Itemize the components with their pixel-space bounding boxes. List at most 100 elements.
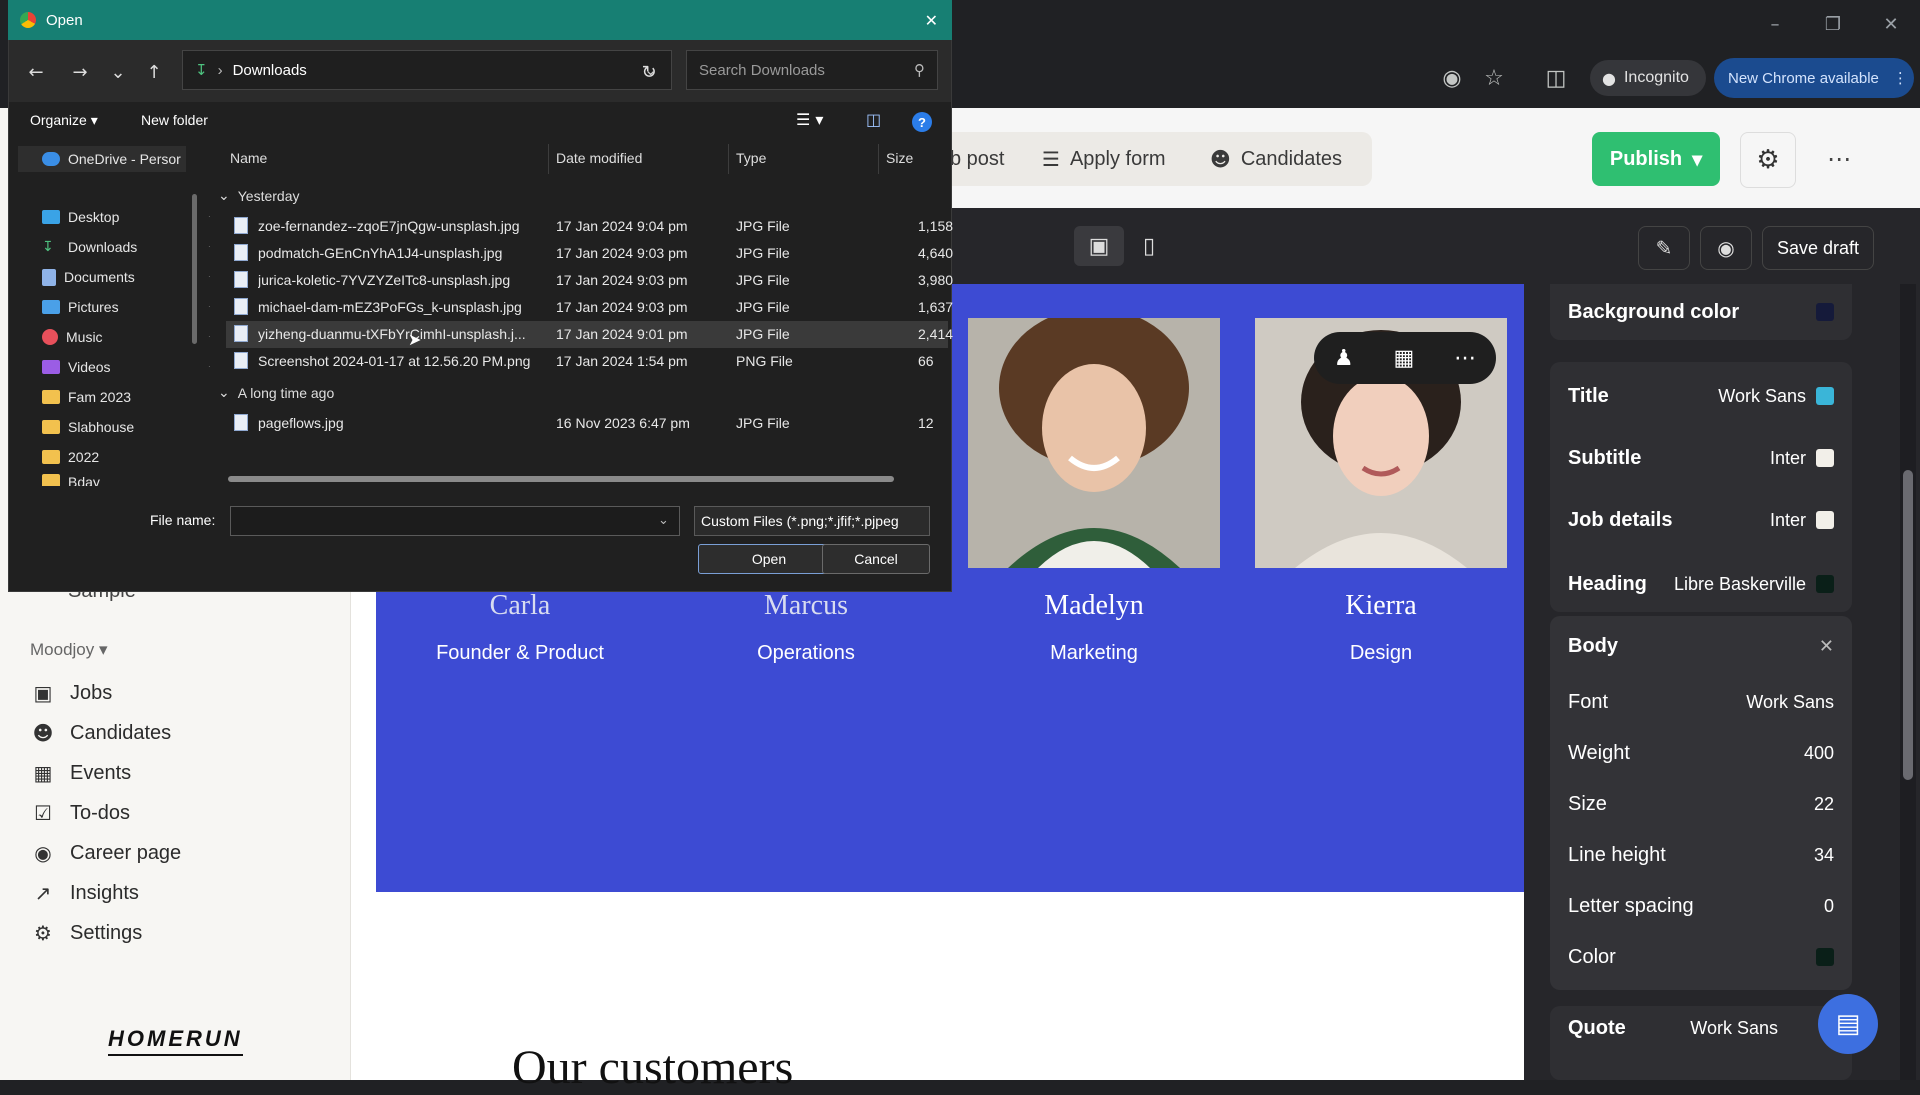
column-separator[interactable] (548, 144, 549, 174)
file-row[interactable]: michael-dam-mEZ3PoFGs_k-unsplash.jpg 17 … (226, 294, 953, 321)
nav-item-2022[interactable]: 2022 (42, 444, 99, 470)
font-row-title[interactable]: Title Work Sans (1568, 378, 1834, 414)
font-row-subtitle[interactable]: Subtitle Inter (1568, 440, 1834, 476)
customers-heading[interactable]: Our customers (512, 1040, 793, 1095)
refresh-icon[interactable]: ↻ (634, 56, 664, 88)
mobile-view-icon[interactable]: ▯ (1124, 226, 1174, 266)
more-horizontal-icon[interactable]: ⋯ (1454, 346, 1476, 371)
new-folder-button[interactable]: New folder (141, 112, 208, 128)
color-swatch[interactable] (1816, 449, 1834, 467)
tab-candidates[interactable]: ☻ Candidates (1210, 132, 1342, 186)
preview-pane-icon[interactable]: ◫ (866, 110, 881, 129)
body-weight-row[interactable]: Weight 400 (1568, 735, 1834, 771)
desktop-view-icon[interactable]: ▣ (1074, 226, 1124, 266)
body-letter-spacing-row[interactable]: Letter spacing 0 (1568, 888, 1834, 924)
team-name-carla[interactable]: Carla (394, 590, 646, 622)
recent-locations-icon[interactable]: ⌄ (102, 56, 134, 88)
cancel-button[interactable]: Cancel (822, 544, 930, 574)
column-header-type[interactable]: Type (736, 150, 766, 166)
nav-item-downloads[interactable]: ↧ Downloads ✦ (42, 234, 218, 260)
team-photo-madelyn[interactable] (968, 318, 1220, 568)
nav-pane-scrollbar[interactable] (192, 194, 197, 344)
body-line-height-row[interactable]: Line height 34 (1568, 837, 1834, 873)
color-swatch[interactable] (1816, 511, 1834, 529)
file-row[interactable]: zoe-fernandez--zqoE7jnQgw-unsplash.jpg 1… (226, 213, 953, 240)
column-separator[interactable] (878, 144, 879, 174)
sidebar-item-candidates[interactable]: ☻ Candidates (30, 716, 172, 750)
view-options-icon[interactable]: ☰ ▾ (796, 110, 823, 129)
restore-icon[interactable]: ❐ (1810, 10, 1856, 38)
nav-item-pictures[interactable]: Pictures ✦ (42, 294, 218, 320)
chevron-down-icon[interactable]: ⌄ (658, 512, 669, 528)
save-draft-button[interactable]: Save draft (1762, 226, 1874, 270)
eye-slash-icon[interactable]: ◉ (1436, 62, 1468, 94)
color-swatch[interactable] (1816, 948, 1834, 966)
file-row[interactable]: podmatch-GEnCnYhA1J4-unsplash.jpg 17 Jan… (226, 240, 953, 267)
workspace-switcher[interactable]: Moodjoy ▾ (30, 640, 108, 660)
team-role-madelyn[interactable]: Marketing (968, 642, 1220, 665)
team-role-carla[interactable]: Founder & Product (394, 642, 646, 665)
nav-item-onedrive[interactable]: OneDrive - Persor (42, 146, 181, 172)
column-header-date-modified[interactable]: Date modified (556, 150, 642, 166)
close-icon[interactable]: ✕ (1819, 636, 1834, 657)
person-icon[interactable]: ♟ (1334, 346, 1354, 371)
column-header-name[interactable]: Name (230, 150, 267, 166)
nav-item-videos[interactable]: Videos ✦ (42, 354, 218, 380)
horizontal-scrollbar[interactable] (228, 476, 894, 482)
incognito-chip[interactable]: ● Incognito (1590, 60, 1706, 96)
search-input[interactable]: Search Downloads ⚲ (686, 50, 938, 90)
sidebar-item-events[interactable]: ▦ Events (30, 756, 132, 790)
nav-item-fam-2023[interactable]: Fam 2023 (42, 384, 131, 410)
nav-item-documents[interactable]: Documents ✦ (42, 264, 218, 290)
eye-icon[interactable]: ◉ (1700, 226, 1752, 270)
crop-adjust-icon[interactable]: ▦ (1393, 346, 1414, 371)
font-row-heading[interactable]: Heading Libre Baskerville (1568, 566, 1834, 602)
brush-icon[interactable]: ✎ (1638, 226, 1690, 270)
team-role-kierra[interactable]: Design (1255, 642, 1507, 665)
sidebar-item-settings[interactable]: ⚙ Settings (30, 916, 142, 950)
file-type-select[interactable]: Custom Files (*.png;*.jfif;*.pjpeg (694, 506, 930, 536)
back-arrow-icon[interactable]: ← (20, 56, 52, 88)
nav-item-bday[interactable]: Bday (42, 474, 100, 486)
close-icon[interactable]: ✕ (925, 11, 938, 30)
open-button[interactable]: Open (698, 544, 840, 574)
chat-icon[interactable]: ▤ (1818, 994, 1878, 1054)
column-header-size[interactable]: Size (886, 150, 913, 166)
gear-icon[interactable]: ⚙ (1740, 132, 1796, 188)
sidebar-item-jobs[interactable]: ▣ Jobs (30, 676, 113, 710)
scrollbar-thumb[interactable] (1903, 470, 1913, 780)
column-separator[interactable] (728, 144, 729, 174)
group-header-yesterday[interactable]: ⌄ Yesterday (218, 187, 299, 204)
file-row[interactable]: jurica-koletic-7YVZYZeITc8-unsplash.jpg … (226, 267, 953, 294)
body-size-row[interactable]: Size 22 (1568, 786, 1834, 822)
tab-apply-form[interactable]: ☰ Apply form (1042, 132, 1166, 186)
sidebar-item-career-page[interactable]: ◉ Career page (30, 836, 181, 870)
file-row-hovered[interactable]: yizheng-duanmu-tXFbYrCimhI-unsplash.j...… (226, 321, 953, 348)
forward-arrow-icon[interactable]: → (64, 56, 96, 88)
color-swatch[interactable] (1816, 575, 1834, 593)
address-bar[interactable]: ↧ › Downloads ⌄ (182, 50, 672, 90)
team-role-marcus[interactable]: Operations (680, 642, 932, 665)
nav-item-desktop[interactable]: Desktop ✦ (42, 204, 218, 230)
sidebar-item-insights[interactable]: ↗ Insights (30, 876, 139, 910)
file-row[interactable]: Screenshot 2024-01-17 at 12.56.20 PM.png… (226, 348, 948, 375)
team-name-madelyn[interactable]: Madelyn (968, 590, 1220, 622)
organize-menu[interactable]: Organize ▾ (30, 112, 98, 129)
font-row-quote[interactable]: Quote Work Sans (1568, 1010, 1778, 1046)
nav-item-slabhouse[interactable]: Slabhouse (42, 414, 134, 440)
team-name-kierra[interactable]: Kierra (1255, 590, 1507, 622)
minimize-icon[interactable]: – (1752, 10, 1798, 38)
publish-button[interactable]: Publish ▾ (1592, 132, 1720, 186)
help-icon[interactable]: ? (912, 112, 932, 132)
file-name-input[interactable] (230, 506, 680, 536)
body-font-row[interactable]: Font Work Sans (1568, 684, 1834, 720)
team-name-marcus[interactable]: Marcus (680, 590, 932, 622)
body-color-row[interactable]: Color (1568, 939, 1834, 975)
sidebar-item-todos[interactable]: ☑ To-dos (30, 796, 130, 830)
tab-job-post[interactable]: b post (950, 132, 1004, 186)
close-window-icon[interactable]: ✕ (1868, 10, 1914, 38)
star-icon[interactable]: ☆ (1478, 62, 1510, 94)
side-panel-icon[interactable]: ◫ (1540, 62, 1572, 94)
background-color-row[interactable]: Background color (1568, 294, 1834, 330)
color-swatch[interactable] (1816, 303, 1834, 321)
